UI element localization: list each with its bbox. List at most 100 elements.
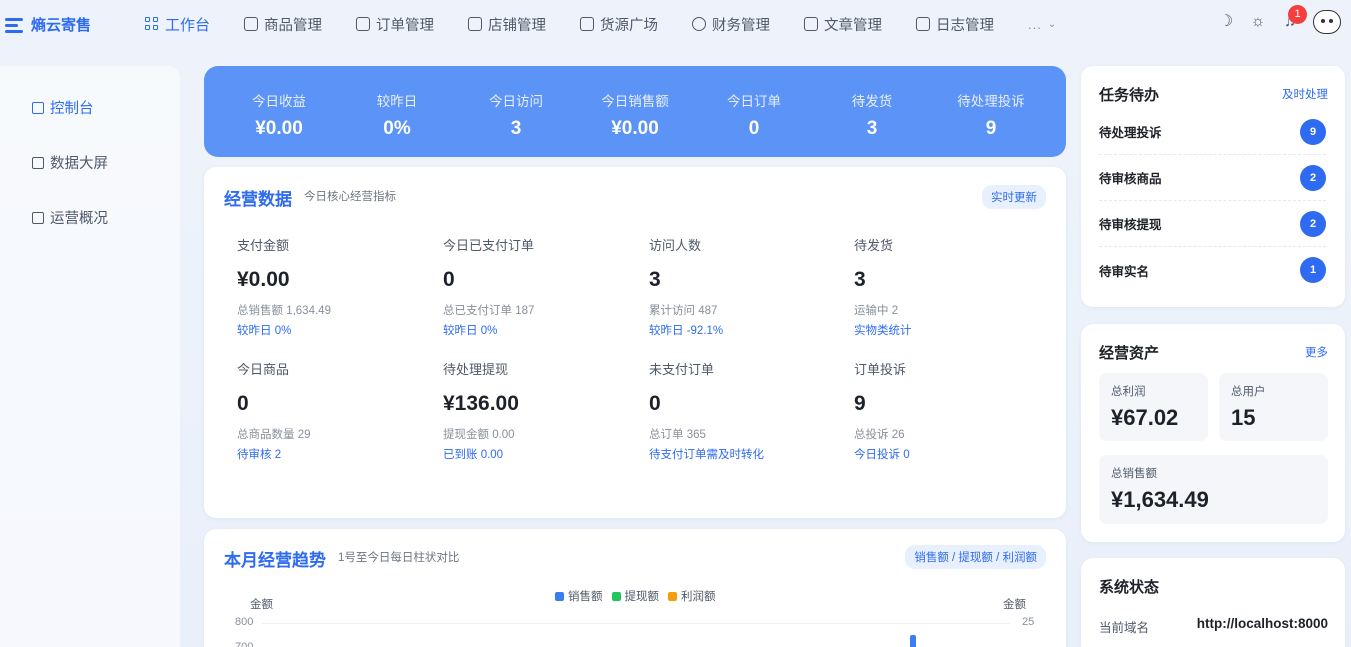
stat-label: 今日访问 [489, 94, 543, 109]
nav-item-stores[interactable]: 店铺管理 [468, 14, 546, 35]
task-row[interactable]: 待处理投诉 9 [1099, 109, 1326, 155]
metric-link[interactable]: 较昨日 0% [443, 322, 633, 338]
asset-label: 总利润 [1111, 386, 1146, 398]
stat-label: 较昨日 [376, 94, 418, 109]
avatar[interactable] [1313, 10, 1341, 34]
chart-bar-sales[interactable] [910, 635, 916, 647]
task-label: 待审实名 [1099, 264, 1150, 279]
stat-vs-yesterday: 较昨日 0% [337, 90, 457, 140]
app-logo[interactable]: 熵云寄售 [5, 14, 91, 35]
metric-card: 今日已支付订单 0 总已支付订单 187 较昨日 0% [443, 235, 633, 338]
task-row[interactable]: 待审核提现 2 [1099, 201, 1326, 247]
business-data-card: 经营数据 今日核心经营指标 实时更新 支付金额 ¥0.00 总销售额 1,634… [204, 167, 1066, 518]
metric-link[interactable]: 待审核 2 [237, 446, 427, 462]
stat-value: ¥0.00 [255, 118, 303, 139]
assets-card: 经营资产 更多 总利润 ¥67.02 总用户 15 总销售额 ¥1,634.49 [1081, 324, 1345, 542]
domain-label: 当前域名 [1099, 621, 1150, 635]
article-icon [804, 17, 819, 31]
card-subtitle: 今日核心经营指标 [304, 191, 396, 203]
card-title: 经营资产 [1099, 345, 1160, 362]
nav-label: 店铺管理 [488, 17, 547, 34]
monitor-icon [32, 156, 44, 169]
stat-pending-complaints: 待处理投诉 9 [931, 90, 1051, 140]
nav-more-label: ... [1028, 16, 1042, 32]
nav-item-dashboard[interactable]: 工作台 [145, 14, 210, 35]
stat-today-income: 今日收益 ¥0.00 [219, 90, 339, 140]
card-subtitle: 1号至今日每日柱状对比 [338, 552, 460, 564]
metric-card: 访问人数 3 累计访问 487 较昨日 -92.1% [649, 235, 839, 338]
sidebar-item-operations[interactable]: 运营概况 [32, 207, 108, 228]
metric-link[interactable]: 实物类统计 [854, 322, 1044, 338]
y-tick-right: 25 [1022, 616, 1035, 628]
metric-label: 订单投诉 [854, 362, 907, 377]
metric-link[interactable]: 待支付订单需及时转化 [649, 446, 839, 462]
stat-today-sales: 今日销售额 ¥0.00 [575, 90, 695, 140]
dashboard-icon [32, 101, 44, 114]
task-count-badge: 2 [1300, 164, 1326, 191]
task-count-badge: 1 [1300, 257, 1326, 283]
legend-label: 利润额 [681, 591, 716, 603]
shop-icon [580, 17, 595, 31]
store-icon [468, 17, 483, 31]
legend-item[interactable]: 利润额 [668, 588, 716, 604]
series-selector[interactable]: 销售额 / 提现额 / 利润额 [905, 545, 1046, 569]
stat-pending-shipment: 待发货 3 [812, 90, 932, 140]
palette-icon[interactable]: ☼ [1249, 13, 1267, 31]
card-title: 本月经营趋势 [224, 551, 326, 570]
metric-label: 待处理提现 [443, 362, 509, 377]
grid-line [262, 623, 1010, 624]
line-chart-icon [32, 211, 44, 224]
y-tick-left: 700 [235, 641, 254, 647]
log-icon [916, 17, 931, 31]
metric-link[interactable]: 较昨日 -92.1% [649, 322, 839, 338]
sidebar-item-console[interactable]: 控制台 [32, 97, 94, 118]
header-actions: ☽ ☼ ♫ [1217, 10, 1341, 34]
stat-value: 3 [866, 118, 878, 139]
nav-item-logs[interactable]: 日志管理 [916, 14, 994, 35]
metric-link[interactable]: 今日投诉 0 [854, 446, 1044, 462]
metric-card: 待处理提现 ¥136.00 提现金额 0.00 已到账 0.00 [443, 359, 633, 462]
notification-badge: 1 [1288, 5, 1307, 24]
handle-now-link[interactable]: 及时处理 [1282, 86, 1328, 102]
legend-item[interactable]: 销售额 [555, 588, 603, 604]
legend-item[interactable]: 提现额 [611, 588, 660, 604]
sidebar-item-label: 运营概况 [50, 211, 108, 227]
tasks-card: 任务待办 及时处理 待处理投诉 9 待审核商品 2 待审核提现 2 待审实名 1 [1081, 66, 1345, 307]
list-icon [356, 17, 371, 31]
metric-sub: 提现金额 0.00 [443, 429, 515, 441]
task-row[interactable]: 待审实名 1 [1099, 247, 1326, 293]
metric-label: 今日商品 [237, 362, 290, 377]
more-link[interactable]: 更多 [1305, 344, 1328, 360]
nav-item-products[interactable]: 商品管理 [244, 14, 322, 35]
stat-today-visits: 今日访问 3 [456, 90, 576, 140]
sidebar-item-data-screen[interactable]: 数据大屏 [32, 152, 108, 173]
legend-label: 销售额 [568, 591, 603, 603]
nav-item-finance[interactable]: 财务管理 [692, 14, 770, 35]
stat-label: 今日订单 [727, 94, 781, 109]
chevron-down-icon: ⌄ [1047, 18, 1058, 30]
sidebar-item-label: 控制台 [50, 101, 94, 117]
sidebar-item-label: 数据大屏 [50, 156, 108, 172]
task-row[interactable]: 待审核商品 2 [1099, 155, 1326, 201]
nav-label: 货源广场 [600, 17, 659, 34]
legend-label: 提现额 [624, 591, 660, 603]
stat-value: 3 [510, 118, 522, 139]
metric-sub: 总投诉 26 [854, 429, 905, 441]
metric-link[interactable]: 较昨日 0% [237, 322, 427, 338]
stat-value: ¥0.00 [611, 118, 659, 139]
nav-item-supply[interactable]: 货源广场 [580, 14, 658, 35]
sidebar: 控制台 数据大屏 运营概况 [0, 66, 180, 647]
task-label: 待审核提现 [1099, 218, 1162, 232]
metric-card: 今日商品 0 总商品数量 29 待审核 2 [237, 359, 427, 462]
stat-value: 9 [985, 118, 997, 139]
metric-label: 未支付订单 [649, 362, 715, 377]
metric-link[interactable]: 已到账 0.00 [443, 446, 633, 462]
stat-label: 今日销售额 [601, 94, 669, 109]
dark-mode-icon[interactable]: ☽ [1217, 13, 1235, 31]
nav-item-articles[interactable]: 文章管理 [804, 14, 882, 35]
nav-more-button[interactable]: ... ⌄ [1028, 17, 1057, 32]
system-card: 系统状态 当前域名 http://localhost:8000 [1081, 558, 1345, 647]
nav-item-orders[interactable]: 订单管理 [356, 14, 434, 35]
y-tick-left: 800 [235, 616, 254, 628]
stat-value: 0% [383, 118, 411, 139]
